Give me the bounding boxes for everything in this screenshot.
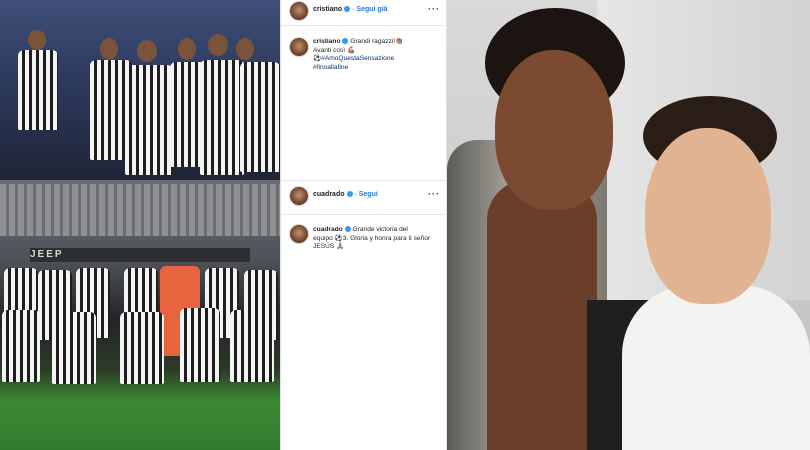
post-caption: cristiano Grandi ragazzi!👏🏽 Avanti così … — [281, 34, 448, 84]
avatar[interactable] — [289, 1, 309, 21]
player-figure — [18, 50, 58, 130]
hashtag-link[interactable]: #finoallafine — [313, 64, 348, 71]
follow-button[interactable]: Segui — [359, 191, 378, 198]
avatar[interactable] — [289, 37, 309, 57]
stadium-banner: JEEP — [30, 248, 250, 262]
player-right-body — [622, 285, 810, 450]
player-figure — [120, 312, 164, 384]
caption-line: Grandi ragazzi!👏🏽 — [350, 38, 404, 45]
team-lineup-photo: JEEP — [0, 180, 280, 450]
verified-badge-icon — [342, 38, 349, 45]
divider — [281, 180, 448, 181]
player-figure — [230, 310, 274, 382]
caption-line: Grande victoria del — [352, 226, 408, 233]
players-selfie-photo — [447, 0, 810, 450]
player-head — [28, 30, 46, 50]
avatar[interactable] — [289, 186, 309, 206]
player-head — [208, 34, 228, 56]
player-figure — [2, 310, 40, 382]
post-header: cuadrado · Segui ··· — [281, 183, 448, 206]
username-link[interactable]: cristiano — [313, 38, 340, 45]
verified-badge-icon — [344, 6, 351, 13]
player-head — [178, 38, 196, 60]
more-dots-icon[interactable]: ··· — [428, 4, 440, 14]
player-left-body — [487, 180, 597, 450]
player-right-face — [645, 128, 771, 304]
username-link[interactable]: cuadrado — [313, 191, 345, 198]
hashtag-link[interactable]: ⚽#AmoQuestaSensazione — [313, 55, 394, 62]
avatar[interactable] — [289, 224, 309, 244]
player-head — [100, 38, 118, 60]
caption-line: JESÚS 🙏🏽 — [313, 243, 345, 251]
player-figure — [125, 65, 173, 175]
player-head — [137, 40, 157, 62]
divider — [281, 25, 448, 26]
verified-badge-icon — [344, 226, 351, 233]
username-link[interactable]: cuadrado — [313, 226, 343, 233]
verified-badge-icon — [346, 191, 353, 198]
post-header-text: cristiano · Segui già — [313, 6, 388, 13]
stadium-stand — [0, 184, 280, 236]
caption-text: cuadrado Grande victoria del equipo ⚽3. … — [313, 226, 441, 252]
username-link[interactable]: cristiano — [313, 6, 342, 13]
player-figure — [52, 312, 96, 384]
post-caption: cuadrado Grande victoria del equipo ⚽3. … — [281, 222, 448, 262]
player-head — [236, 38, 254, 60]
caption-line: Avanti così 💪🏽 — [313, 46, 356, 54]
team-celebration-photo — [0, 0, 280, 180]
divider — [281, 214, 448, 215]
caption-text: cristiano Grandi ragazzi!👏🏽 Avanti così … — [313, 38, 441, 72]
player-figure — [180, 308, 220, 382]
follow-button[interactable]: Segui già — [356, 6, 387, 13]
caption-line: equipo ⚽3. Gloria y honra para ti señor — [313, 234, 431, 242]
more-dots-icon[interactable]: ··· — [428, 189, 440, 199]
post-header-text: cuadrado · Segui — [313, 191, 378, 198]
player-left-face — [495, 50, 613, 210]
post-header: cristiano · Segui già ··· — [281, 0, 448, 22]
player-figure — [200, 60, 244, 175]
player-figure — [240, 62, 280, 172]
instagram-panel: cristiano · Segui già ··· cristiano Gran… — [280, 0, 448, 450]
